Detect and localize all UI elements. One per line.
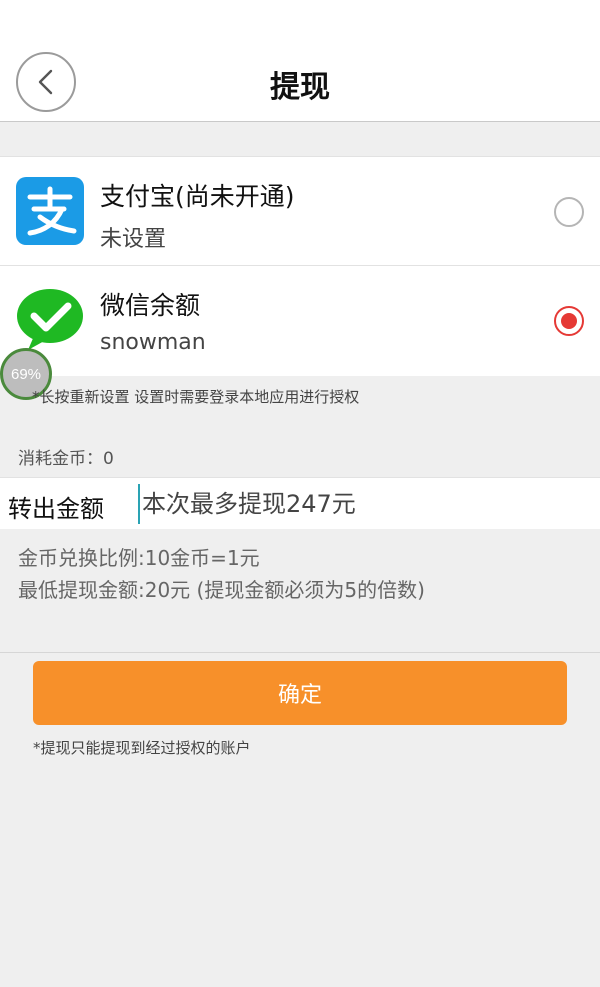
payment-option-name: 微信余额 (100, 291, 201, 320)
confirm-button[interactable]: 确定 (33, 661, 567, 725)
amount-input[interactable] (138, 484, 578, 524)
exchange-rate-text: 金币兑换比例:10金币=1元 (18, 546, 260, 570)
coins-cost: 消耗金币：0 (18, 449, 114, 469)
payment-option-alipay[interactable]: 支付宝(尚未开通) 未设置 (0, 156, 600, 266)
payment-option-name: 支付宝(尚未开通) (100, 182, 295, 211)
payment-option-account: snowman (100, 330, 206, 355)
page-title: 提现 (270, 70, 330, 105)
header: 提现 (0, 0, 600, 122)
radio-wechat[interactable] (554, 306, 584, 336)
withdraw-page: 提现 支付宝(尚未开通) 未设置 微信余额 snowman 69% *长按重新设… (0, 0, 600, 987)
footer-note: *提现只能提现到经过授权的账户 (33, 739, 251, 757)
radio-alipay[interactable] (554, 197, 584, 227)
payment-option-wechat[interactable]: 微信余额 snowman (0, 266, 600, 376)
payment-option-status: 未设置 (100, 227, 167, 252)
divider (0, 652, 600, 653)
min-amount-text: 最低提现金额:20元 (提现金额必须为5的倍数) (18, 578, 425, 602)
alipay-icon (16, 177, 84, 245)
wechat-icon (17, 289, 83, 350)
amount-label: 转出金额 (8, 495, 104, 523)
auth-note: *长按重新设置 设置时需要登录本地应用进行授权 (32, 388, 360, 406)
amount-row: 转出金额 (0, 477, 600, 529)
